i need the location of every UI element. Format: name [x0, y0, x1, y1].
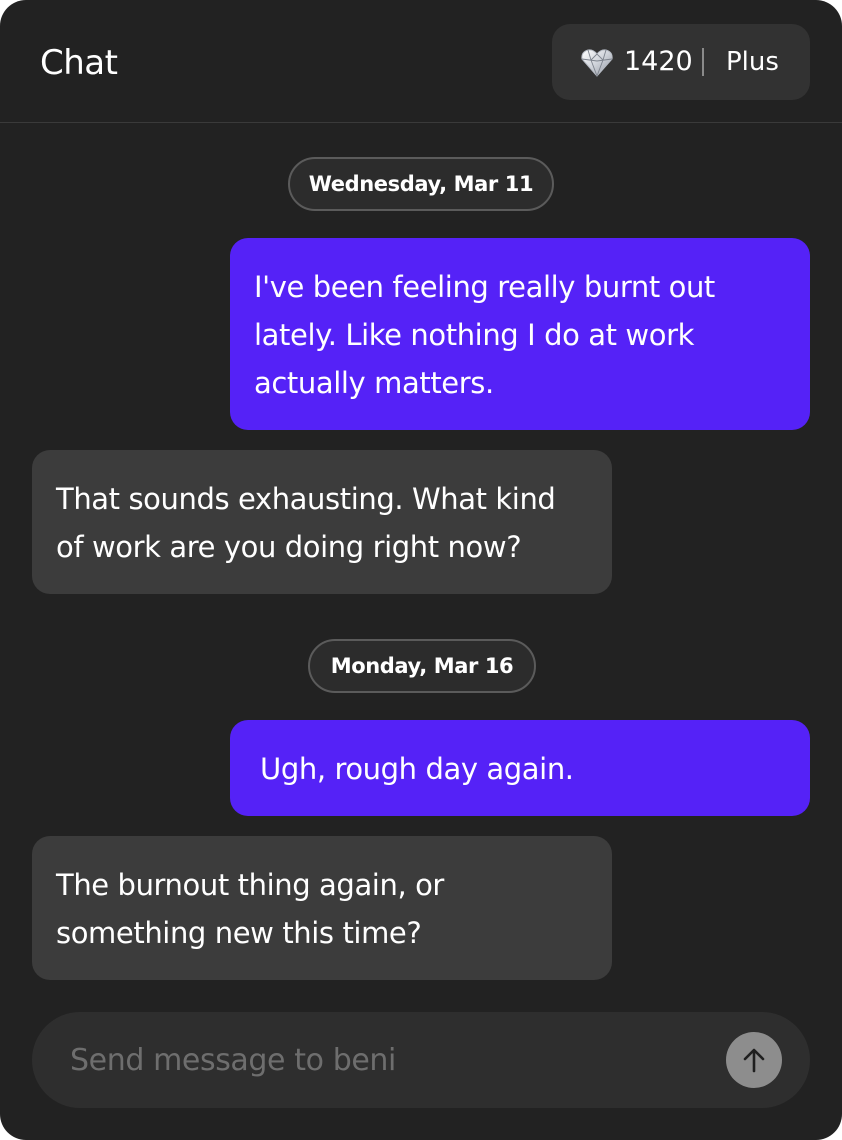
bot-message: That sounds exhausting. What kind of wor…: [32, 450, 612, 594]
plan-label: Plus: [726, 47, 779, 77]
chat-app: Chat 1420 Plus Wednesday, Mar 11 I've be…: [0, 0, 842, 1140]
user-message: I've been feeling really burnt out latel…: [230, 238, 810, 430]
date-separator: Wednesday, Mar 11: [288, 157, 554, 211]
gem-icon: [581, 49, 613, 78]
arrow-up-icon: [743, 1048, 765, 1073]
user-message: Ugh, rough day again.: [230, 720, 810, 816]
date-separator: Monday, Mar 16: [308, 639, 536, 693]
balance-value: 1420: [624, 46, 693, 77]
balance-plan-pill[interactable]: 1420 Plus: [552, 24, 810, 100]
bot-message: The burnout thing again, or something ne…: [32, 836, 612, 980]
message-input[interactable]: [70, 1036, 710, 1084]
chat-header: Chat 1420 Plus: [0, 0, 842, 123]
page-title: Chat: [40, 43, 118, 83]
send-button[interactable]: [726, 1032, 782, 1088]
pill-divider: [702, 48, 704, 76]
message-composer: [32, 1012, 810, 1108]
